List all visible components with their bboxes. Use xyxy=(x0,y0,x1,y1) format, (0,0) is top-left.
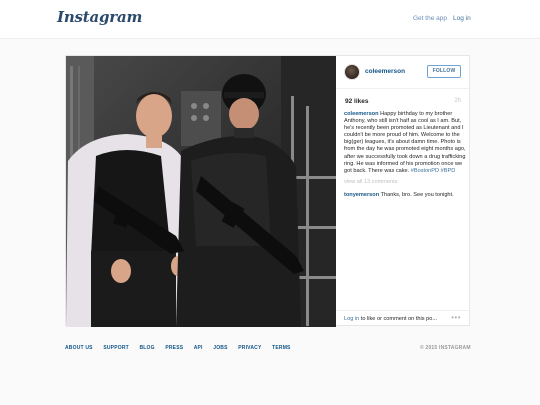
top-navigation-bar: Instagram Get the app Log in xyxy=(0,0,540,39)
login-link[interactable]: Log in xyxy=(453,15,471,22)
footer-link-terms[interactable]: TERMS xyxy=(272,345,291,351)
follow-button[interactable]: FOLLOW xyxy=(427,65,461,78)
footer-link-api[interactable]: API xyxy=(194,345,203,351)
login-prompt-link[interactable]: Log in xyxy=(344,316,359,322)
footer-link-press[interactable]: PRESS xyxy=(165,345,183,351)
post-sidebar: coleemerson FOLLOW 92 likes 2h coleemers… xyxy=(336,56,471,327)
comment-list: coleemerson Happy birthday to my brother… xyxy=(344,111,468,203)
footer-link-blog[interactable]: BLOG xyxy=(139,345,154,351)
copyright-text: © 2015 INSTAGRAM xyxy=(420,345,471,351)
post-photo-image xyxy=(66,56,336,327)
get-the-app-link[interactable]: Get the app xyxy=(413,15,447,22)
comment-text: Thanks, bro. See you tonight. xyxy=(380,191,454,198)
instagram-logo[interactable]: Instagram xyxy=(57,8,142,26)
comment-item: tonyemerson Thanks, bro. See you tonight… xyxy=(344,192,468,199)
footer-link-support[interactable]: SUPPORT xyxy=(103,345,129,351)
post-card: coleemerson FOLLOW 92 likes 2h coleemers… xyxy=(65,55,471,327)
post-header: coleemerson FOLLOW xyxy=(336,56,471,89)
caption-username[interactable]: coleemerson xyxy=(344,111,379,117)
post-actions: Log in to like or comment on this po... … xyxy=(336,310,471,327)
view-all-comments-link[interactable]: view all 13 comments xyxy=(344,179,468,186)
like-count[interactable]: 92 likes xyxy=(345,98,369,105)
footer-link-privacy[interactable]: PRIVACY xyxy=(238,345,261,351)
more-options-icon[interactable]: ••• xyxy=(451,313,461,322)
caption: coleemerson Happy birthday to my brother… xyxy=(344,111,468,175)
author-avatar[interactable] xyxy=(344,64,360,80)
footer-link-jobs[interactable]: JOBS xyxy=(213,345,227,351)
login-prompt-text: to like or comment on this po... xyxy=(359,316,437,322)
author-username[interactable]: coleemerson xyxy=(365,68,405,75)
footer-links: ABOUT US SUPPORT BLOG PRESS API JOBS PRI… xyxy=(65,345,300,351)
post-photo[interactable] xyxy=(66,56,336,327)
caption-text: Happy birthday to my brother Anthony, wh… xyxy=(344,111,466,174)
post-timestamp[interactable]: 2h xyxy=(454,98,461,104)
comment-username[interactable]: tonyemerson xyxy=(344,192,379,198)
footer-link-about[interactable]: ABOUT US xyxy=(65,345,93,351)
login-prompt: Log in to like or comment on this po... xyxy=(344,316,437,322)
caption-hashtags[interactable]: #BostonPD #BPD xyxy=(411,168,455,174)
